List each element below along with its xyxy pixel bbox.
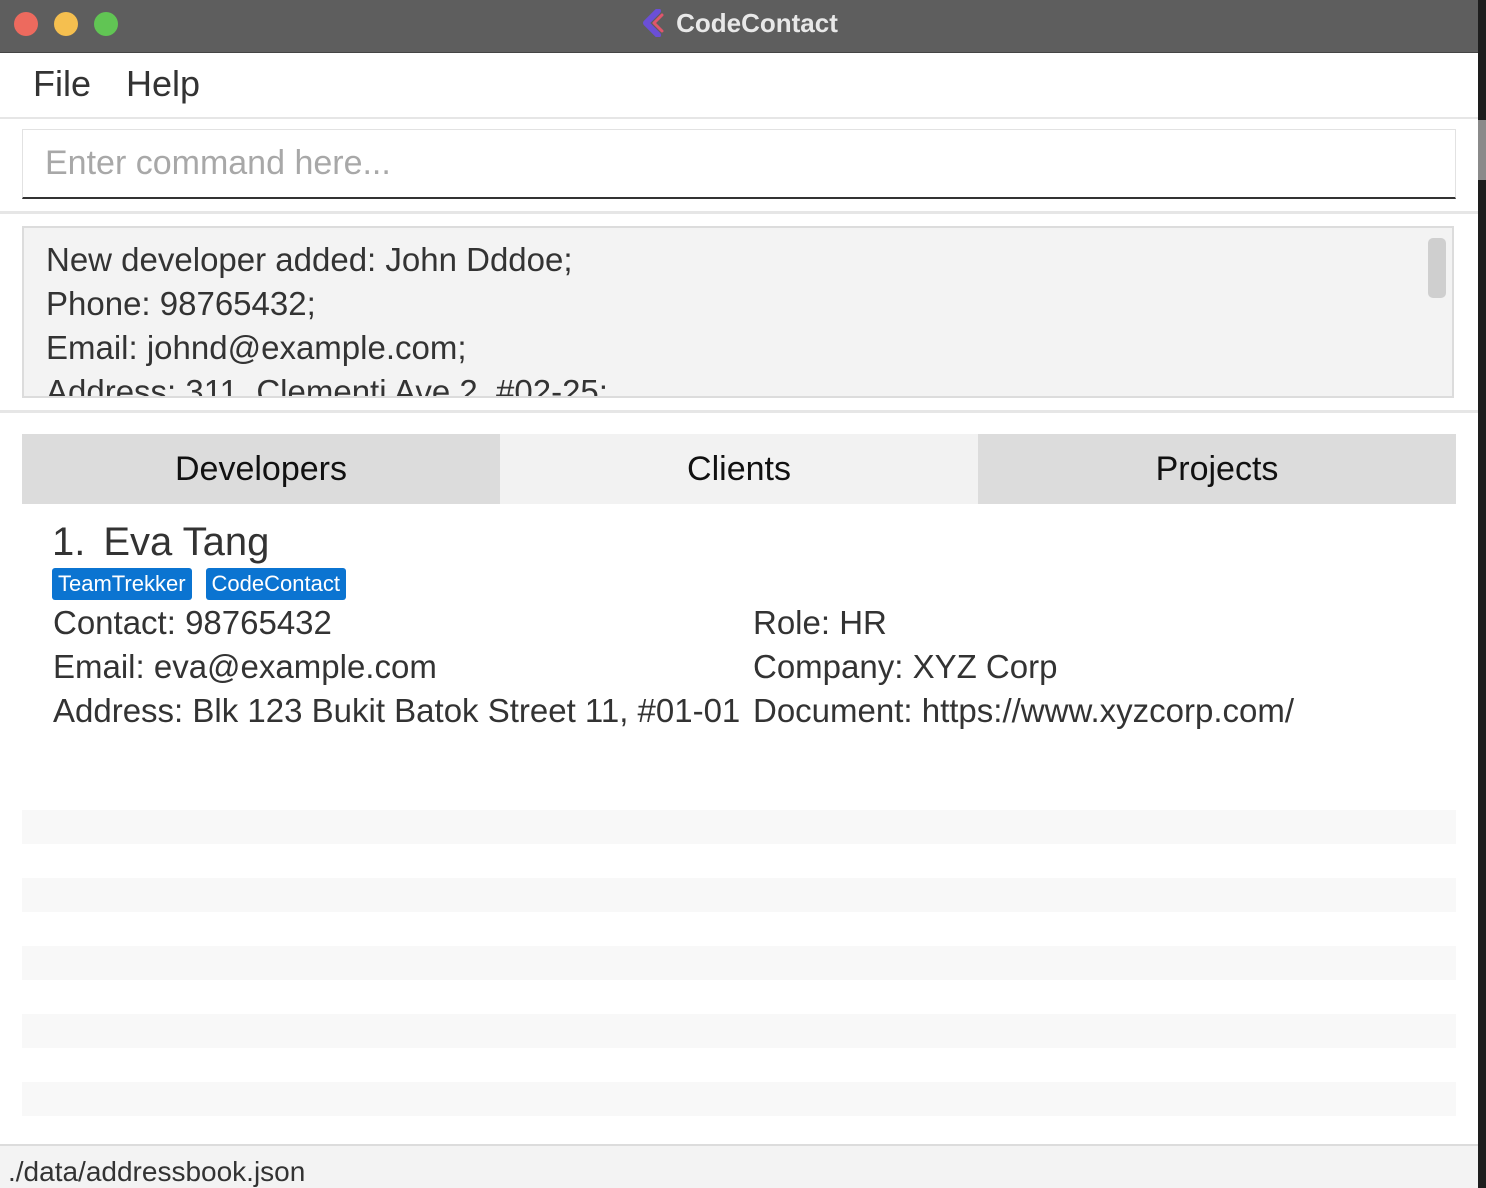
menu-help[interactable]: Help [126,63,200,105]
title-bar[interactable]: CodeContact [0,0,1478,53]
client-contact: Contact: 98765432 [53,604,332,641]
tab-projects[interactable]: Projects [978,434,1456,504]
empty-list-row [22,946,1456,980]
empty-list-row [22,878,1456,912]
command-box-panel [0,119,1478,214]
tag-badge: CodeContact [205,568,346,600]
client-address: Address: Blk 123 Bukit Batok Street 11, … [53,692,741,729]
client-index: 1. [52,520,86,564]
result-text: New developer added: John Dddoe; Phone: … [46,241,608,398]
client-list[interactable]: 1. Eva Tang TeamTrekker CodeContact Conta… [22,504,1456,1144]
empty-list-row [22,1082,1456,1116]
save-file-path: ./data/addressbook.json [8,1156,306,1187]
app-window: CodeContact File Help New developer adde… [0,0,1478,1188]
client-card[interactable]: 1. Eva Tang TeamTrekker CodeContact Conta… [22,504,1456,742]
menu-bar: File Help [0,53,1478,119]
command-input[interactable] [22,129,1456,199]
tag-badge: TeamTrekker [52,568,192,600]
window-title-container: CodeContact [0,0,1478,46]
result-scrollbar[interactable] [1428,238,1446,298]
client-document: Document: https://www.xyzcorp.com/ [753,692,1295,729]
result-display[interactable]: New developer added: John Dddoe; Phone: … [22,226,1454,398]
empty-list-row [22,810,1456,844]
tab-bar: Developers Clients Projects [22,434,1456,504]
client-company: Company: XYZ Corp [753,648,1058,685]
window-edge-highlight [1478,120,1486,180]
client-name: Eva Tang [103,520,270,564]
tab-developers[interactable]: Developers [22,434,500,504]
client-role: Role: HR [753,604,887,641]
client-name-row: 1. Eva Tang [52,520,269,565]
status-bar: ./data/addressbook.json [0,1144,1478,1188]
app-logo-icon [643,9,664,37]
result-display-panel: New developer added: John Dddoe; Phone: … [0,214,1478,413]
window-title: CodeContact [676,7,838,38]
tab-clients[interactable]: Clients [500,434,978,504]
client-email: Email: eva@example.com [53,648,437,685]
menu-file[interactable]: File [33,63,91,105]
client-tags: TeamTrekker CodeContact [52,568,360,600]
empty-list-row [22,1014,1456,1048]
